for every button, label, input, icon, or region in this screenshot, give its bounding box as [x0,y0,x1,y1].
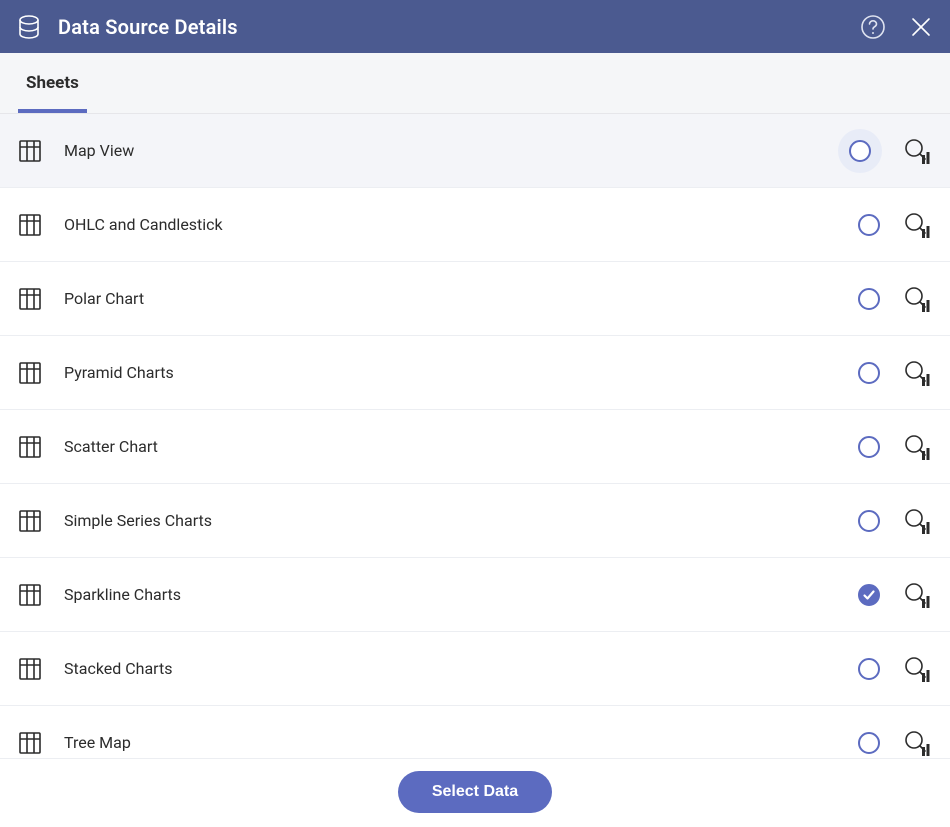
select-radio[interactable] [856,212,882,238]
sheet-label: Simple Series Charts [50,511,856,530]
table-icon [18,287,50,311]
data-preview-icon[interactable] [904,508,932,534]
sheet-label: Polar Chart [50,289,856,308]
dialog-title: Data Source Details [58,15,860,39]
sheet-label: Sparkline Charts [50,585,856,604]
sheet-label: Stacked Charts [50,659,856,678]
data-preview-icon[interactable] [904,582,932,608]
row-actions [856,730,932,756]
data-preview-icon[interactable] [904,286,932,312]
row-actions [856,508,932,534]
sheet-label: OHLC and Candlestick [50,215,856,234]
row-actions [856,434,932,460]
sheet-label: Tree Map [50,733,856,752]
sheet-row[interactable]: Scatter Chart [0,410,950,484]
select-radio[interactable] [856,508,882,534]
sheet-row[interactable]: Sparkline Charts [0,558,950,632]
data-preview-icon[interactable] [904,138,932,164]
sheet-row[interactable]: Map View [0,114,950,188]
table-icon [18,583,50,607]
select-radio[interactable] [856,656,882,682]
sheet-row[interactable]: Pyramid Charts [0,336,950,410]
data-preview-icon[interactable] [904,360,932,386]
table-icon [18,435,50,459]
table-icon [18,657,50,681]
table-icon [18,731,50,755]
dialog-header: Data Source Details [0,0,950,53]
sheet-row[interactable]: Stacked Charts [0,632,950,706]
dialog-footer: Select Data [0,758,950,824]
sheet-label: Scatter Chart [50,437,856,456]
database-icon [18,15,40,39]
table-icon [18,509,50,533]
row-actions [856,656,932,682]
data-preview-icon[interactable] [904,656,932,682]
select-radio[interactable] [856,286,882,312]
help-icon[interactable] [860,14,886,40]
row-actions [856,286,932,312]
tabs-bar: Sheets [0,53,950,114]
tab-sheets[interactable]: Sheets [18,53,87,113]
row-actions [838,129,932,173]
data-preview-icon[interactable] [904,730,932,756]
table-icon [18,139,50,163]
data-preview-icon[interactable] [904,212,932,238]
table-icon [18,361,50,385]
table-icon [18,213,50,237]
sheet-label: Map View [50,141,838,160]
select-radio[interactable] [856,434,882,460]
sheet-label: Pyramid Charts [50,363,856,382]
select-radio[interactable] [838,129,882,173]
close-icon[interactable] [910,16,932,38]
select-radio[interactable] [856,582,882,608]
select-radio[interactable] [856,360,882,386]
sheet-row[interactable]: Polar Chart [0,262,950,336]
sheet-list: Map View OHLC and Candlestick Polar Char… [0,114,950,758]
data-preview-icon[interactable] [904,434,932,460]
select-data-button[interactable]: Select Data [398,771,552,813]
row-actions [856,582,932,608]
select-radio[interactable] [856,730,882,756]
sheet-row[interactable]: Tree Map [0,706,950,758]
sheet-row[interactable]: OHLC and Candlestick [0,188,950,262]
sheet-row[interactable]: Simple Series Charts [0,484,950,558]
row-actions [856,212,932,238]
row-actions [856,360,932,386]
